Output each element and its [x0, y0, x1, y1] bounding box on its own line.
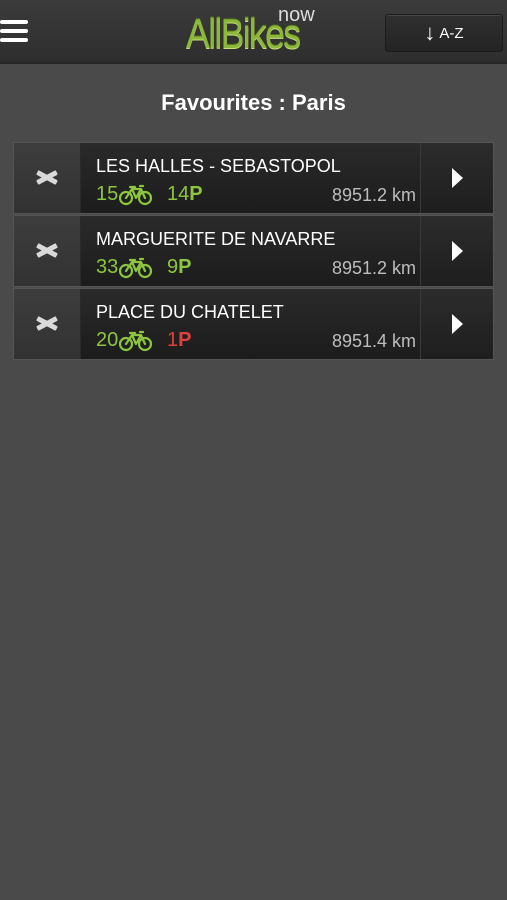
menu-icon[interactable] — [0, 16, 32, 46]
station-row: MARGUERITE DE NAVARRE 33 9P 8951.2 km — [13, 215, 494, 287]
bikes-available: 20 — [96, 329, 153, 352]
parking-count: 9 — [167, 256, 179, 278]
station-row: LES HALLES - SEBASTOPOL 15 14P 8951.2 km — [13, 142, 494, 214]
remove-favourite-button[interactable] — [14, 143, 81, 213]
station-info[interactable]: LES HALLES - SEBASTOPOL 15 14P 8951.2 km — [81, 143, 420, 213]
station-info[interactable]: MARGUERITE DE NAVARRE 33 9P 8951.2 km — [81, 216, 420, 286]
station-name: PLACE DU CHATELET — [96, 302, 284, 322]
chevron-right-icon — [451, 241, 463, 261]
station-name: LES HALLES - SEBASTOPOL — [96, 156, 341, 176]
parking-icon: P — [178, 329, 192, 351]
open-station-button[interactable] — [420, 216, 493, 286]
station-distance: 8951.2 km — [331, 258, 416, 278]
station-info[interactable]: PLACE DU CHATELET 20 1P 8951.4 km — [81, 289, 420, 359]
bicycle-icon — [119, 330, 153, 351]
remove-favourite-button[interactable] — [14, 289, 81, 359]
bikes-count: 15 — [96, 183, 119, 205]
bicycle-icon — [119, 184, 153, 205]
sort-label: A-Z — [439, 24, 464, 42]
sort-arrow-icon: ↓ — [424, 20, 436, 45]
station-name: MARGUERITE DE NAVARRE — [96, 229, 336, 249]
chevron-right-icon — [451, 168, 463, 188]
parking-icon: P — [189, 183, 203, 205]
parking-available: 9P — [167, 256, 191, 279]
app-logo: AllBikes now — [186, 4, 326, 58]
page-title: Favourites : Paris — [161, 90, 346, 115]
parking-count: 14 — [167, 183, 190, 205]
close-icon — [35, 312, 59, 336]
open-station-button[interactable] — [420, 289, 493, 359]
parking-count: 1 — [167, 329, 179, 351]
parking-available: 14P — [167, 183, 203, 206]
bicycle-icon — [119, 257, 153, 278]
bikes-available: 33 — [96, 256, 153, 279]
bikes-available: 15 — [96, 183, 153, 206]
parking-available: 1P — [167, 329, 191, 352]
station-distance: 8951.4 km — [331, 331, 416, 351]
close-icon — [35, 166, 59, 190]
chevron-right-icon — [451, 314, 463, 334]
close-icon — [35, 239, 59, 263]
station-distance: 8951.2 km — [331, 185, 416, 205]
remove-favourite-button[interactable] — [14, 216, 81, 286]
logo-sub-text: now — [278, 4, 315, 26]
station-row: PLACE DU CHATELET 20 1P 8951.4 km — [13, 288, 494, 360]
bikes-count: 33 — [96, 256, 119, 278]
parking-icon: P — [178, 256, 192, 278]
top-bar: AllBikes now ↓ A-Z — [0, 0, 507, 64]
open-station-button[interactable] — [420, 143, 493, 213]
sort-button[interactable]: ↓ A-Z — [385, 14, 503, 52]
favourites-list: LES HALLES - SEBASTOPOL 15 14P 8951.2 km… — [13, 142, 494, 361]
bikes-count: 20 — [96, 329, 119, 351]
